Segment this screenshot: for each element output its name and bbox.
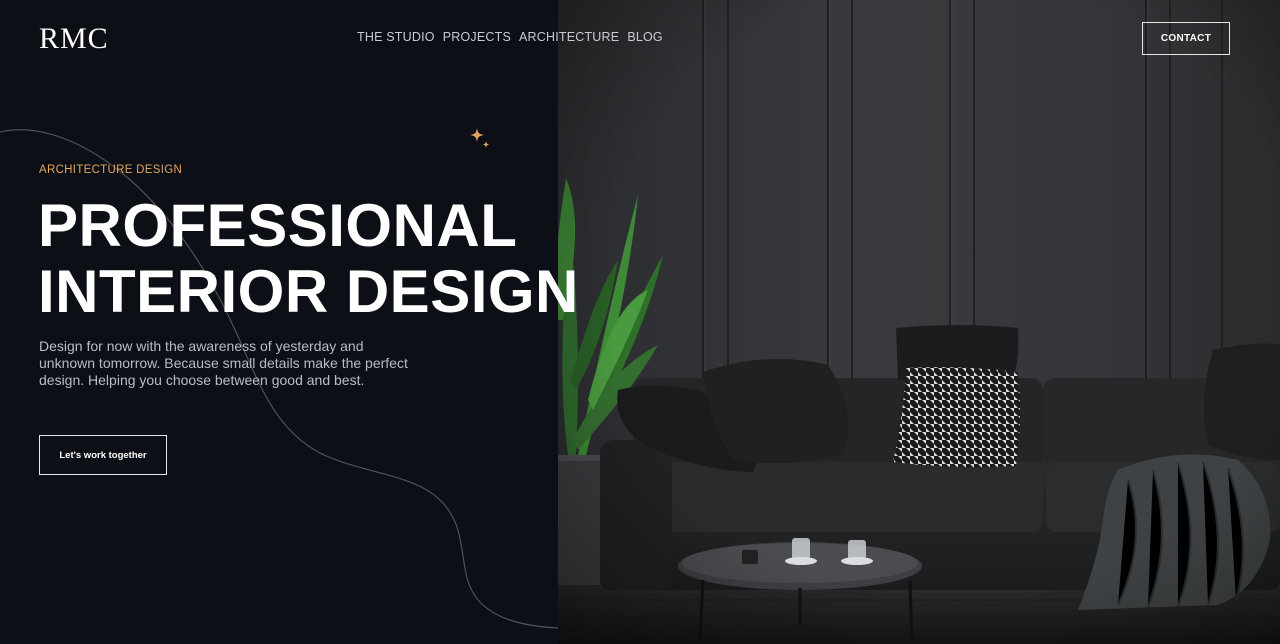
- nav-item-architecture[interactable]: ARCHITECTURE: [519, 30, 619, 44]
- work-together-button[interactable]: Let's work together: [39, 435, 167, 475]
- nav-item-projects[interactable]: PROJECTS: [443, 30, 511, 44]
- brand-logo[interactable]: RMC: [39, 22, 109, 56]
- nav-item-the-studio[interactable]: THE STUDIO: [357, 30, 435, 44]
- sparkle-icon: [470, 128, 490, 148]
- hero-description: Design for now with the awareness of yes…: [39, 338, 408, 388]
- hero-image: [558, 0, 1280, 644]
- contact-button[interactable]: CONTACT: [1142, 22, 1230, 55]
- main-nav: THE STUDIO PROJECTS ARCHITECTURE BLOG: [357, 30, 663, 44]
- hero-headline-line-2: INTERIOR DESIGN: [38, 258, 579, 325]
- hero-eyebrow: ARCHITECTURE DESIGN: [39, 164, 183, 176]
- hero-headline: PROFESSIONAL INTERIOR DESIGN: [38, 193, 579, 325]
- nav-item-blog[interactable]: BLOG: [627, 30, 663, 44]
- hero-headline-line-1: PROFESSIONAL: [38, 192, 518, 259]
- landing-page: RMC THE STUDIO PROJECTS ARCHITECTURE BLO…: [0, 0, 1280, 644]
